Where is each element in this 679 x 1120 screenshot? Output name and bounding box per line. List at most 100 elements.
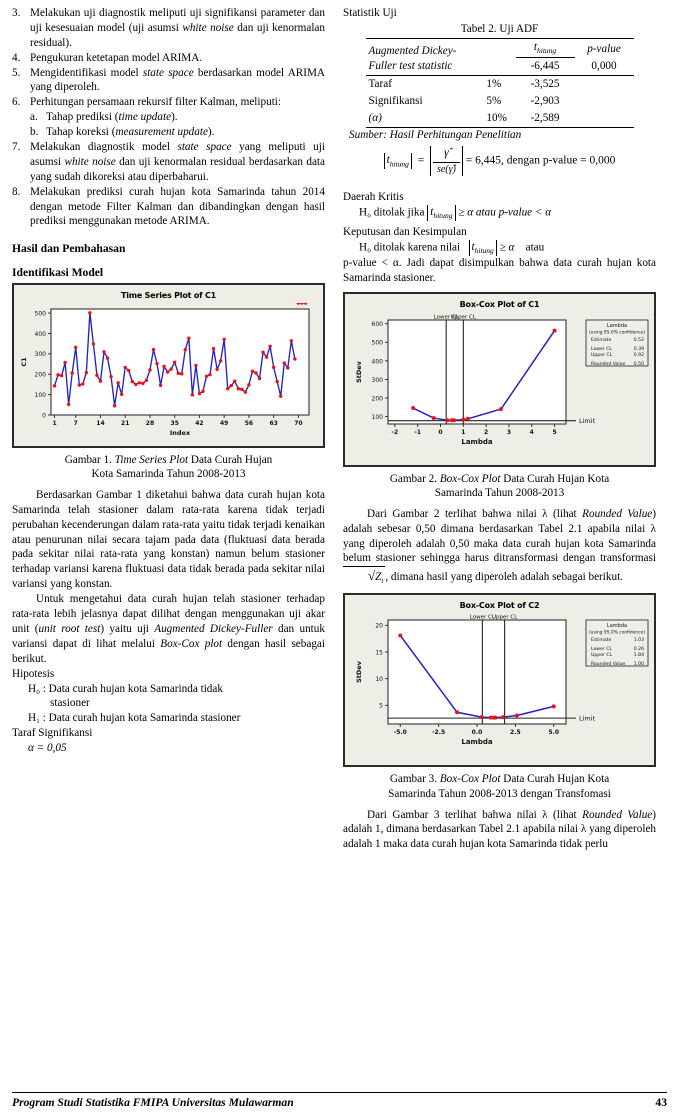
y-tick-label: 15: [375, 650, 383, 657]
data-point: [551, 704, 556, 709]
data-point: [119, 392, 124, 396]
legend-row-label: Estimate: [591, 337, 611, 343]
list-item-number: 7.: [12, 141, 21, 154]
list-item: 5. Mengidentifikasi model state space be…: [12, 66, 325, 96]
legend-row-label: Rounded Value: [591, 361, 626, 367]
data-point: [498, 406, 503, 411]
data-point: [112, 403, 117, 408]
abs-t-hitung: thitung: [383, 153, 412, 170]
data-point: [229, 383, 233, 388]
chart-title-boxcox-c1: Box-Cox Plot of C1: [459, 299, 540, 309]
data-point: [479, 715, 484, 720]
figure-2-caption: Gambar 2. Box-Cox Plot Data Curah Hujan …: [389, 472, 610, 500]
x-tick-label: 2.5: [510, 729, 521, 736]
critical-region-mid: ≥ α atau: [455, 206, 499, 219]
data-point: [98, 379, 103, 383]
data-point: [56, 372, 60, 377]
data-point: [501, 715, 506, 720]
table-cell-sig-level: 1%: [483, 74, 516, 93]
data-point: [88, 310, 92, 315]
decision-mid: ≥ α: [496, 241, 515, 254]
data-point: [151, 347, 156, 352]
table-spacer-cell: [483, 37, 516, 58]
data-point: [84, 370, 89, 375]
table-cell-empty: [575, 93, 634, 110]
data-point: [141, 381, 145, 385]
formula-result: = 6,445, dengan p-value = 0,000: [465, 154, 616, 167]
data-point: [452, 417, 457, 422]
y-axis-label: StDev: [355, 360, 363, 383]
list-item-number: b.: [30, 126, 39, 139]
data-point: [250, 369, 255, 373]
legend-row-value: 1.00: [634, 661, 644, 667]
x-tick-label: 0.0: [472, 729, 483, 736]
data-point: [66, 402, 71, 406]
data-point: [52, 383, 57, 388]
list-item-number: a.: [30, 111, 38, 124]
data-point: [211, 346, 216, 351]
list-item-text: Tahap koreksi (measurement update).: [46, 126, 215, 139]
data-point: [286, 366, 290, 370]
data-point: [172, 360, 177, 364]
data-point: [218, 359, 223, 363]
hypothesis-h0: H₀ : Data curah hujan kota Samarinda tid…: [12, 682, 325, 712]
decision-label: Keputusan dan Kesimpulan: [343, 226, 467, 239]
paper-page: 3. Melakukan uji diagnostik meliputi uji…: [0, 0, 679, 1120]
y-tick-label: 20: [375, 623, 383, 630]
data-point: [271, 365, 276, 369]
x-tick-label: 1: [52, 420, 56, 427]
significance-level-label: Taraf Signifikansi: [12, 727, 93, 740]
x-tick-label: -2.5: [432, 729, 445, 736]
x-tick-label: 49: [220, 420, 228, 427]
table-cell-sig-level: 10%: [483, 109, 516, 128]
figure-1-caption: Gambar 1. Time Series Plot Data Curah Hu…: [64, 453, 273, 481]
data-point: [137, 380, 142, 385]
list-item: b. Tahap koreksi (measurement update).: [30, 125, 325, 140]
chart-timeseries-c1: 0 100 200 300 400 500 1 7 14 21 28 35 42 49 56 63 70 C1 In…: [17, 302, 320, 443]
x-tick-label: 28: [146, 420, 154, 427]
paragraph-gambar3-analysis: Dari Gambar 3 terlihat bahwa nilai λ (li…: [343, 808, 656, 851]
data-point: [77, 383, 81, 387]
list-item: 6. Perhitungan persamaan rekursif filter…: [12, 95, 325, 140]
right-column: Statistik Uji Tabel 2. Uji ADF Augmented…: [343, 6, 656, 1076]
test-statistic-label: Statistik Uji: [343, 7, 397, 19]
page-number: 43: [655, 1095, 667, 1109]
limit-label: Limit: [579, 417, 596, 425]
x-tick-label: 2: [484, 429, 488, 436]
figure-1-timeseries-plot: Time Series Plot of C1 0 100 200 300 400 500 1…: [12, 283, 325, 448]
data-point: [240, 387, 244, 391]
figure-1-inner: Time Series Plot of C1 0 100 200 300 400 500 1…: [17, 288, 320, 443]
table-cell-stat-value: -6,445: [530, 59, 560, 72]
data-point: [289, 338, 294, 343]
table-cell-empty: [574, 74, 634, 93]
data-point: [254, 371, 258, 375]
table-cell-p-value: 0,000: [591, 59, 617, 72]
list-item: 7. Melakukan diagnostik model state spac…: [12, 140, 325, 185]
data-point: [116, 380, 120, 385]
y-tick-label: 5: [379, 703, 383, 710]
data-point: [81, 382, 85, 386]
table-row-label: Augmented Dickey- Fuller test statistic: [365, 37, 484, 76]
y-tick-label: 300: [372, 376, 384, 383]
y-tick-label: 10: [375, 677, 383, 684]
limit-label: Limit: [579, 715, 596, 723]
left-column: 3. Melakukan uji diagnostik meliputi uji…: [12, 6, 325, 1076]
data-point: [70, 371, 74, 375]
x-tick-label: 7: [74, 420, 78, 427]
legend-row-label: Lower CL: [591, 346, 612, 352]
list-item-number: 4.: [12, 51, 21, 64]
x-tick-label: 63: [269, 420, 277, 427]
table-cell-sig-value: -2,903: [530, 94, 560, 107]
data-point: [63, 360, 67, 364]
table-cell-empty: [574, 109, 634, 128]
y-axis-label: C1: [20, 357, 28, 367]
methodology-steps-list: 3. Melakukan uji diagnostik meliputi uji…: [12, 6, 325, 229]
upper_cl-label: Upper CL: [451, 314, 477, 320]
paragraph-gambar1-analysis: Berdasarkan Gambar 1 diketahui bahwa dat…: [12, 488, 325, 591]
data-point: [130, 379, 134, 384]
data-point: [243, 390, 248, 394]
data-point: [169, 367, 173, 371]
data-point: [268, 344, 272, 348]
y-tick-label: 0: [42, 412, 46, 419]
x-tick-label: 56: [245, 420, 253, 427]
